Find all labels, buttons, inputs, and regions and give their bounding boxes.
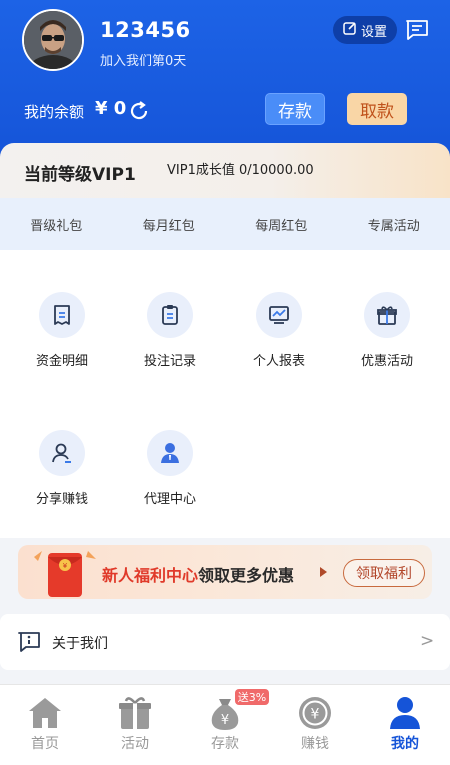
- arrow-right-icon: [320, 567, 327, 577]
- bottom-nav: 首页 活动 ¥ 存款 ¥ 赚钱 我的: [0, 684, 450, 765]
- svg-text:¥: ¥: [63, 562, 68, 570]
- user-share-icon: [39, 430, 85, 476]
- edit-icon: [343, 21, 357, 39]
- receipt-icon: [39, 292, 85, 338]
- tab-exclusive-events[interactable]: 专属活动: [338, 215, 450, 234]
- chevron-right-icon: >: [420, 631, 435, 651]
- red-envelope-icon: ¥: [32, 547, 98, 599]
- svg-text:¥: ¥: [311, 707, 320, 723]
- about-us-row[interactable]: 关于我们 >: [0, 614, 450, 670]
- tab-upgrade-gift[interactable]: 晋级礼包: [0, 215, 113, 234]
- chart-icon: [256, 292, 302, 338]
- nav-label: 我的: [391, 736, 419, 752]
- settings-button[interactable]: 设置: [333, 16, 397, 44]
- gift-icon: [364, 292, 410, 338]
- grid-label: 分享赚钱: [35, 492, 88, 507]
- join-days-text: 加入我们第0天: [100, 54, 187, 69]
- balance-label: 我的余额: [24, 103, 85, 121]
- grid-item-share[interactable]: 分享赚钱: [12, 430, 112, 507]
- grid-item-promotions[interactable]: 优惠活动: [337, 292, 437, 369]
- settings-label: 设置: [360, 24, 387, 40]
- about-us-label: 关于我们: [52, 636, 108, 652]
- nav-label: 活动: [121, 736, 149, 752]
- nav-item-activities[interactable]: 活动: [90, 695, 180, 753]
- withdraw-button[interactable]: 取款: [347, 93, 407, 125]
- banner-highlight: 新人福利中心: [102, 566, 199, 585]
- nav-item-home[interactable]: 首页: [0, 695, 90, 753]
- vip-card[interactable]: 当前等级VIP1 VIP1成长值 0/10000.00: [0, 143, 450, 198]
- banner-text: 新人福利中心领取更多优惠: [102, 562, 294, 586]
- deposit-promo-badge: 送3%: [235, 689, 269, 705]
- vip-level: 当前等级VIP1: [24, 165, 136, 185]
- claim-welfare-button[interactable]: 领取福利: [343, 559, 425, 587]
- nav-label: 赚钱: [301, 736, 329, 752]
- clipboard-icon: [147, 292, 193, 338]
- agent-icon: [147, 430, 193, 476]
- nav-label: 首页: [31, 736, 59, 752]
- coin-icon: ¥: [296, 695, 334, 731]
- grid-label: 个人报表: [252, 354, 305, 369]
- deposit-button[interactable]: 存款: [265, 93, 325, 125]
- info-icon: [17, 631, 41, 653]
- balance-value: ¥ 0: [95, 98, 127, 119]
- person-icon: [386, 695, 424, 731]
- banner-rest: 领取更多优惠: [198, 566, 295, 585]
- grid-item-funds[interactable]: 资金明细: [12, 292, 112, 369]
- nav-item-earn[interactable]: ¥ 赚钱: [270, 695, 360, 753]
- avatar[interactable]: [22, 9, 84, 71]
- gift-box-icon: [116, 695, 154, 731]
- grid-item-report[interactable]: 个人报表: [229, 292, 329, 369]
- grid-label: 投注记录: [143, 354, 196, 369]
- message-icon[interactable]: [405, 18, 429, 42]
- nav-item-mine[interactable]: 我的: [360, 695, 450, 753]
- grid-label: 资金明细: [35, 354, 88, 369]
- grid-item-bets[interactable]: 投注记录: [120, 292, 220, 369]
- username: 123456: [100, 18, 191, 42]
- grid-label: 优惠活动: [360, 354, 413, 369]
- tab-weekly-bonus[interactable]: 每周红包: [225, 215, 338, 234]
- newbie-welfare-banner[interactable]: ¥ 新人福利中心领取更多优惠 领取福利: [18, 545, 432, 599]
- vip-growth: VIP1成长值 0/10000.00: [167, 163, 314, 178]
- home-icon: [26, 695, 64, 731]
- svg-text:¥: ¥: [221, 713, 229, 728]
- refresh-icon[interactable]: [128, 100, 150, 122]
- profile-header: 123456 加入我们第0天 设置 我的余额 ¥ 0 存款 取款: [0, 0, 450, 165]
- grid-item-agent[interactable]: 代理中心: [120, 430, 220, 507]
- feature-grid: 资金明细 投注记录 个人报表 优惠活动 分享赚钱 代理中心: [0, 250, 450, 538]
- vip-benefit-tabs: 晋级礼包 每月红包 每周红包 专属活动: [0, 198, 450, 250]
- nav-label: 存款: [211, 736, 239, 752]
- tab-monthly-bonus[interactable]: 每月红包: [113, 215, 226, 234]
- grid-label: 代理中心: [143, 492, 196, 507]
